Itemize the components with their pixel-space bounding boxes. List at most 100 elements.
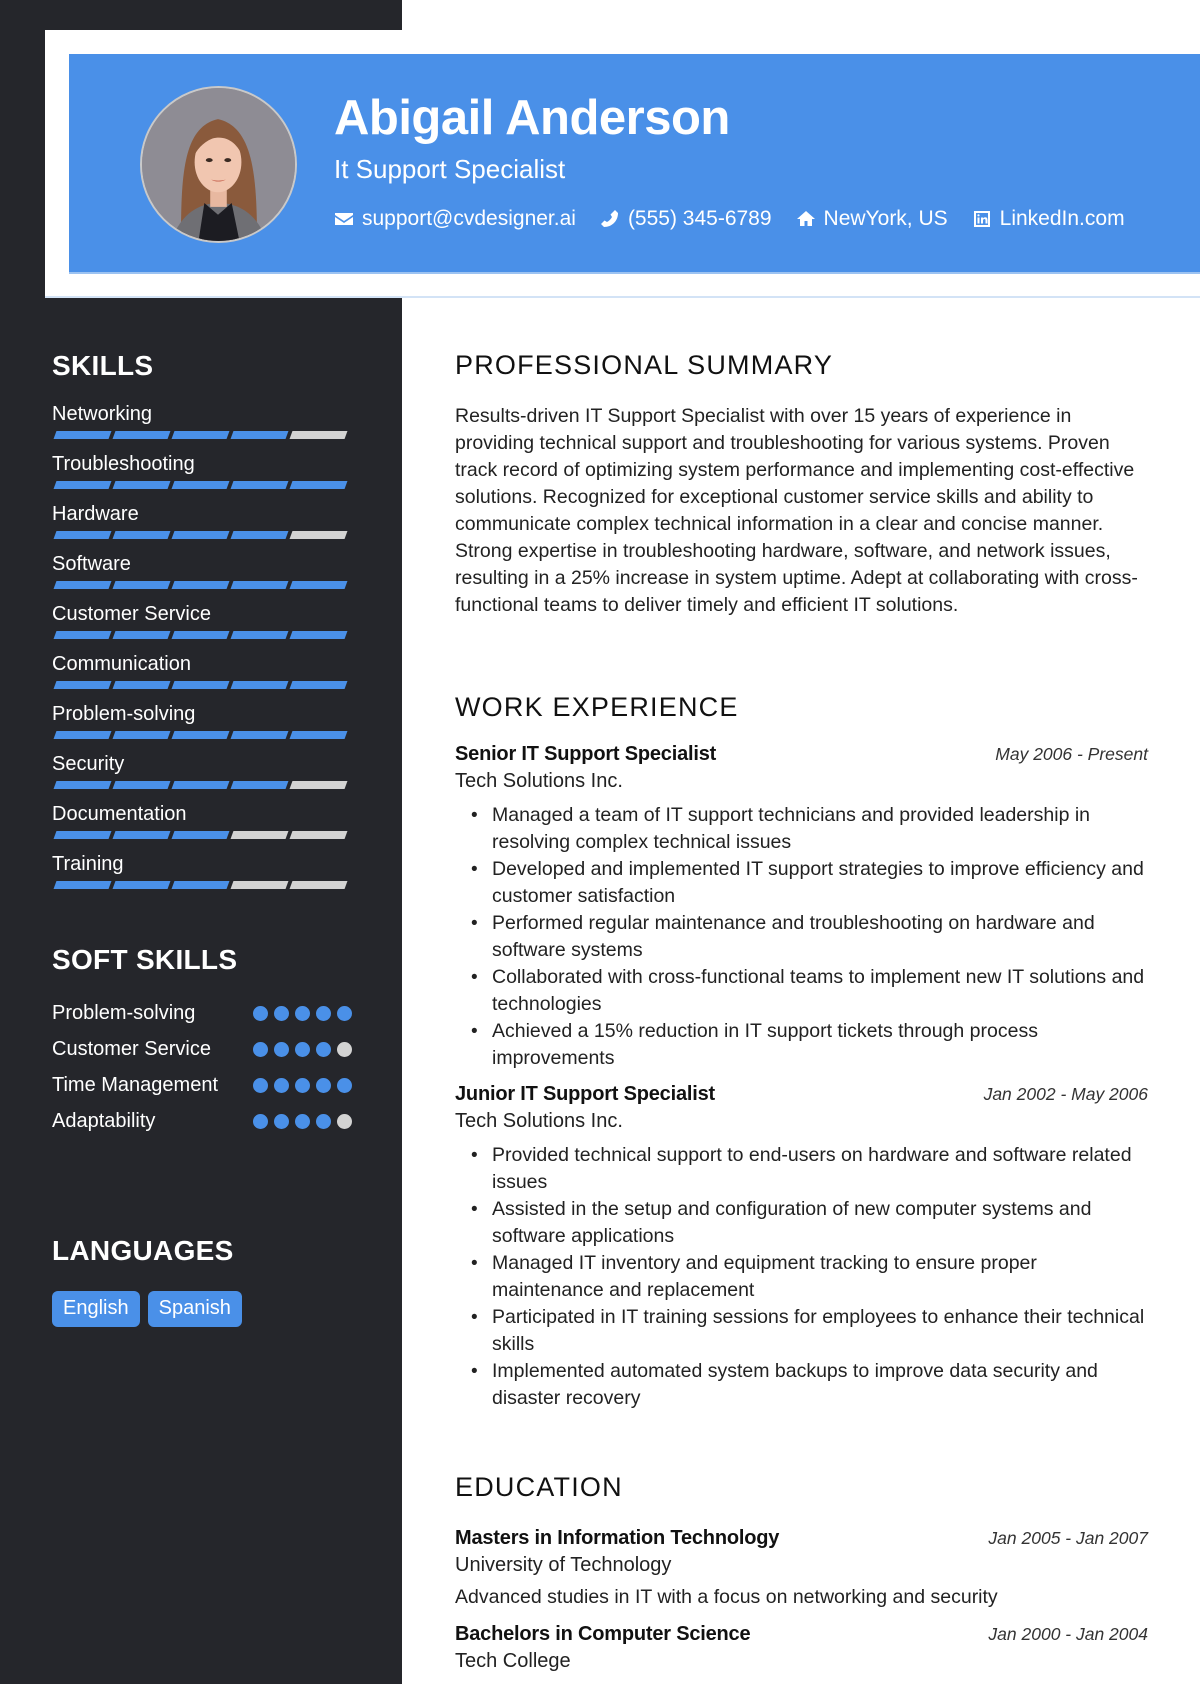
education-school: University of Technology [455, 1554, 672, 1576]
level-segment-empty [289, 531, 348, 539]
education-degree: Masters in Information Technology [455, 1527, 780, 1549]
rating-dot-filled [295, 1078, 310, 1093]
education-dates: Jan 2005 - Jan 2007 [988, 1528, 1148, 1548]
jobs-list: Senior IT Support Specialist May 2006 - P… [455, 743, 1148, 1412]
job-header: Senior IT Support Specialist May 2006 - P… [455, 743, 1148, 766]
level-segment-filled [171, 731, 230, 739]
job-bullet: Developed and implemented IT support str… [455, 856, 1148, 910]
level-segment-filled [289, 581, 348, 589]
level-segment-filled [230, 431, 289, 439]
rating-dot-empty [337, 1042, 352, 1057]
education-list: Masters in Information Technology Jan 200… [455, 1527, 1148, 1674]
education-section: EDUCATION Masters in Information Technol… [455, 1472, 1148, 1674]
skill-name: Security [52, 753, 125, 775]
skill-level-bar [52, 631, 352, 639]
skill-level-bar [52, 881, 352, 889]
skill-level-bar [52, 481, 352, 489]
level-segment-filled [53, 431, 112, 439]
skill-item: Security [52, 751, 352, 801]
level-segment-filled [171, 481, 230, 489]
level-segment-filled [230, 731, 289, 739]
job-bullet: Achieved a 15% reduction in IT support t… [455, 1018, 1148, 1072]
level-segment-filled [171, 781, 230, 789]
skill-level-bar [52, 731, 352, 739]
home-icon [796, 211, 815, 226]
level-segment-filled [53, 781, 112, 789]
contact-linkedin[interactable]: LinkedIn.com [972, 207, 1125, 231]
rating-dot-filled [253, 1078, 268, 1093]
rating-dot-filled [274, 1078, 289, 1093]
level-segment-filled [112, 431, 171, 439]
phone-icon [600, 210, 618, 227]
education-entry: Masters in Information Technology Jan 200… [455, 1527, 1148, 1609]
level-segment-filled [171, 531, 230, 539]
level-segment-filled [112, 481, 171, 489]
soft-skills-section: SOFT SKILLS Problem-solving Customer Serv… [52, 944, 352, 1144]
level-segment-filled [171, 581, 230, 589]
rating-dot-filled [274, 1114, 289, 1129]
job-position: Junior IT Support Specialist [455, 1083, 715, 1105]
job-bullets: Provided technical support to end-users … [455, 1142, 1148, 1412]
level-segment-filled [230, 531, 289, 539]
job-title: It Support Specialist [334, 154, 566, 184]
skill-name: Customer Service [52, 603, 211, 625]
level-segment-filled [289, 731, 348, 739]
contact-phone[interactable]: (555) 345-6789 [600, 207, 772, 231]
level-segment-filled [230, 581, 289, 589]
profile-photo [140, 86, 297, 243]
rating-dot-filled [316, 1114, 331, 1129]
languages-section: LANGUAGES English Spanish [52, 1235, 352, 1327]
contact-location-text: NewYork, US [823, 207, 948, 230]
candidate-name: Abigail Anderson [334, 91, 730, 145]
experience-heading: WORK EXPERIENCE [455, 692, 739, 722]
rating-dot-empty [337, 1114, 352, 1129]
level-segment-empty [289, 431, 348, 439]
level-segment-filled [53, 831, 112, 839]
job-bullet: Assisted in the setup and configuration … [455, 1196, 1148, 1250]
job-bullets: Managed a team of IT support technicians… [455, 802, 1148, 1072]
skill-level-bar [52, 831, 352, 839]
skill-name: Software [52, 553, 131, 575]
skill-level-bar [52, 531, 352, 539]
job-entry: Junior IT Support Specialist Jan 2002 - M… [455, 1083, 1148, 1412]
skill-item: Documentation [52, 801, 352, 851]
rating-dot-filled [316, 1042, 331, 1057]
education-header: Masters in Information Technology Jan 200… [455, 1527, 1148, 1550]
portrait-icon [142, 88, 295, 241]
job-bullet: Participated in IT training sessions for… [455, 1304, 1148, 1358]
level-segment-empty [289, 831, 348, 839]
languages-list: English Spanish [52, 1291, 352, 1327]
skill-level-bar [52, 431, 352, 439]
education-entry: Bachelors in Computer Science Jan 2000 - … [455, 1623, 1148, 1674]
contact-email[interactable]: support@cvdesigner.ai [334, 207, 576, 231]
rating-dot-filled [337, 1078, 352, 1093]
skill-level-bar [52, 681, 352, 689]
level-segment-filled [289, 631, 348, 639]
education-header: Bachelors in Computer Science Jan 2000 - … [455, 1623, 1148, 1646]
job-bullet: Performed regular maintenance and troubl… [455, 910, 1148, 964]
rating-dot-filled [253, 1114, 268, 1129]
skill-name: Hardware [52, 503, 139, 525]
skill-name: Problem-solving [52, 703, 196, 725]
job-dates: Jan 2002 - May 2006 [983, 1084, 1148, 1104]
education-description: Advanced studies in IT with a focus on n… [455, 1586, 998, 1608]
contact-linkedin-text: LinkedIn.com [999, 207, 1125, 230]
contact-email-text: support@cvdesigner.ai [362, 207, 576, 230]
job-company: Tech Solutions Inc. [455, 1110, 623, 1132]
skill-level-bar [52, 781, 352, 789]
rating-dot-filled [295, 1042, 310, 1057]
level-segment-filled [112, 581, 171, 589]
skill-item: Customer Service [52, 601, 352, 651]
level-segment-filled [230, 481, 289, 489]
rating-dot-filled [295, 1006, 310, 1021]
level-segment-empty [289, 881, 348, 889]
job-entry: Senior IT Support Specialist May 2006 - P… [455, 743, 1148, 1072]
job-position: Senior IT Support Specialist [455, 743, 717, 765]
contact-phone-text: (555) 345-6789 [627, 207, 772, 230]
education-dates: Jan 2000 - Jan 2004 [988, 1624, 1148, 1644]
rating-dot-filled [316, 1006, 331, 1021]
level-segment-filled [53, 881, 112, 889]
skill-name: Communication [52, 653, 191, 675]
soft-skill-name: Time Management [52, 1074, 218, 1096]
soft-skill-rating [253, 1072, 352, 1093]
